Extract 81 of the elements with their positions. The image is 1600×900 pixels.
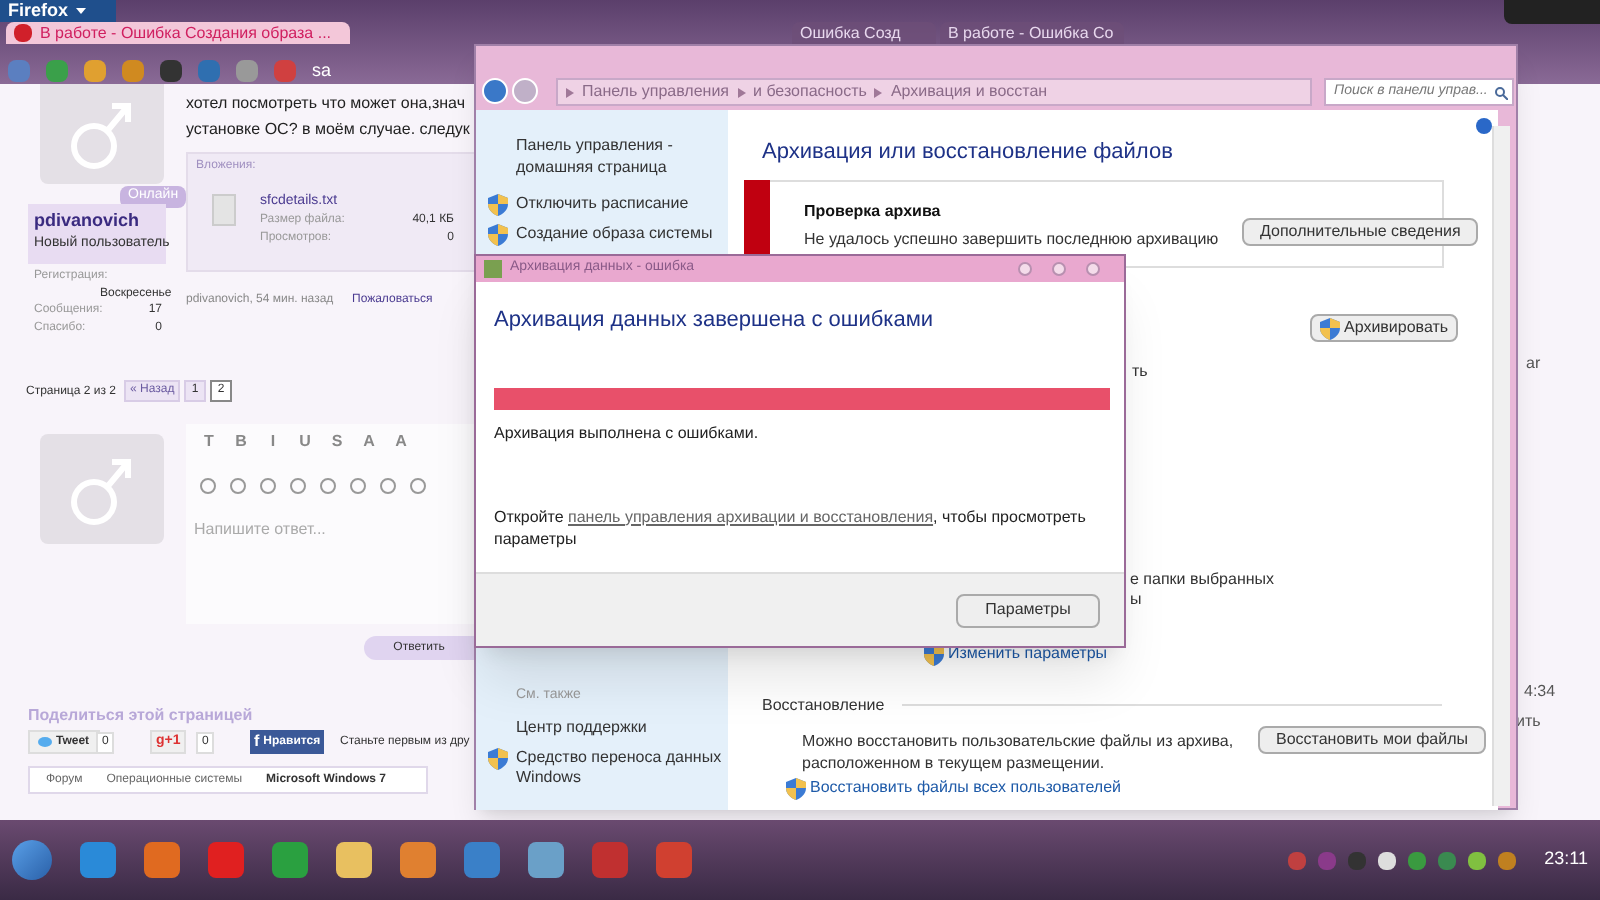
format-button[interactable]: A [392,430,410,454]
reply-editor[interactable] [186,424,476,624]
browser-tab[interactable]: В работе - Ошибка Создания образа ... [6,22,350,44]
details-button[interactable]: Дополнительные сведения [1242,218,1479,246]
settings-button[interactable]: Параметры [956,593,1100,627]
body-text: ы [1130,588,1142,612]
shield-icon [786,777,806,799]
alert-message: Не удалось успешно завершить последнюю архивацию [804,228,1219,252]
chevron-icon [874,87,883,97]
toolbar-icon[interactable] [46,60,68,83]
caret-icon [76,8,87,15]
settings-link[interactable]: панель управления архивации и восстановления [568,507,934,525]
toolbar-icon[interactable] [8,60,30,83]
background-text: 4:34 [1524,680,1556,704]
address-segment[interactable]: и безопасность [753,80,867,104]
format-button[interactable]: T [200,430,218,454]
page-title: Архивация или восстановление файлов [762,138,1173,168]
sidebar-link[interactable]: Центр поддержки [516,718,647,738]
search-icon [1494,85,1508,99]
format-button[interactable]: I [264,430,282,454]
sidebar-link[interactable]: Создание образа системы [516,222,713,246]
change-settings-link[interactable]: Изменить параметры [948,642,1108,666]
scrollbar[interactable] [1492,126,1510,806]
reply-placeholder: Напишите ответ... [194,518,326,542]
start-button[interactable] [12,840,52,880]
share-heading: Поделиться этой страницей [28,704,253,728]
post-text: хотел посмотреть что может она,знач [186,92,465,116]
toolbar-icon[interactable] [122,60,144,83]
user-card [28,204,166,264]
section-heading: Восстановление [762,694,885,718]
file-icon [212,194,236,226]
clock[interactable]: 23:11 [1544,846,1588,874]
post-text: установке ОС? в моём случае. следук [186,118,470,142]
format-button[interactable]: U [296,430,314,454]
background-text: ar [1526,352,1541,376]
taskbar-app-icon[interactable] [400,842,436,878]
forward-icon[interactable] [512,78,538,104]
window-control-button[interactable] [1086,262,1100,276]
user-name[interactable]: pdivanovich [34,208,140,235]
browser-tab[interactable]: В работе - Ошибка Со [940,22,1124,44]
shield-icon [488,748,508,770]
taskbar-app-icon[interactable] [528,842,564,878]
toolbar-icon[interactable] [236,60,258,83]
taskbar-app-icon[interactable] [80,842,116,878]
avatar-placeholder [40,434,164,544]
sidebar-link[interactable]: Панель управления - домашняя страница [516,134,716,178]
backup-button[interactable]: Архивировать [1310,314,1459,342]
body-text: ть [1132,360,1148,384]
site-icon [14,24,32,42]
restore-text: Можно восстановить пользовательские файлы из архива, расположенном в текущем размещении. [802,730,1236,774]
alert-title: Проверка архива [804,200,941,224]
shield-icon [1320,317,1340,339]
browser-tab[interactable]: Ошибка Созд [792,22,936,44]
body-text: е папки выбранных [1130,568,1275,592]
sidebar-link[interactable]: Средство переноса данных Windows [516,748,728,788]
window-control-button[interactable] [1018,262,1032,276]
address-bar[interactable]: Панель управления и безопасность Архивация и восстан [556,78,1312,106]
taskbar-app-icon[interactable] [144,842,180,878]
window-control-button[interactable] [1052,262,1066,276]
taskbar-app-icon[interactable] [464,842,500,878]
toolbar-icon[interactable] [84,60,106,83]
toolbar-icon[interactable] [160,60,182,83]
firefox-menu-button[interactable]: Firefox [0,0,116,22]
taskbar-app-icon[interactable] [336,842,372,878]
format-button[interactable]: B [232,430,250,454]
taskbar-app-icon[interactable] [272,842,308,878]
status-text: Архивация выполнена с ошибками. [494,421,761,445]
restore-all-link[interactable]: Восстановить файлы всех пользователей [810,776,1121,800]
app-icon [484,260,502,278]
format-button[interactable]: S [328,430,346,454]
dialog-heading: Архивация данных завершена с ошибками [494,306,936,336]
shield-icon [488,193,508,215]
sidebar-link[interactable]: Отключить расписание [516,192,689,216]
chevron-icon [566,87,574,97]
shield-icon [488,223,508,245]
format-button[interactable]: A [360,430,378,454]
dialog-message: Откройте панель управления архивации и восстановления, чтобы просмотреть параметры [494,505,1088,549]
toolbar-text[interactable]: sa [312,58,332,85]
restore-files-button[interactable]: Восстановить мои файлы [1258,726,1487,754]
back-icon[interactable] [482,78,508,104]
chevron-icon [737,87,745,97]
